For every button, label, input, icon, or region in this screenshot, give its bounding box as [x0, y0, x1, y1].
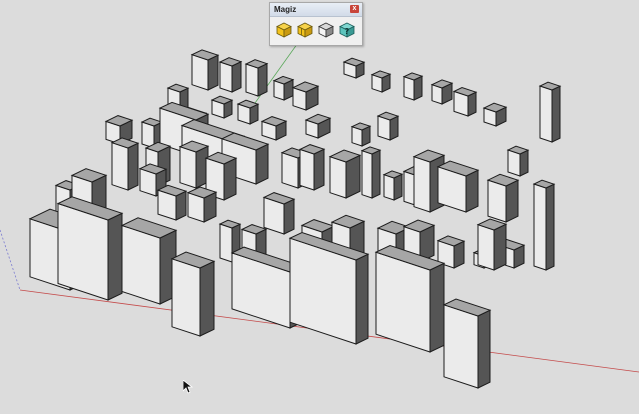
- building-block: [190, 49, 220, 91]
- building-block: [328, 149, 362, 199]
- block-left-face: [361, 150, 373, 199]
- block-right-face: [223, 157, 237, 201]
- block-left-face: [219, 61, 233, 93]
- close-button[interactable]: x: [350, 5, 359, 13]
- block-right-face: [313, 148, 325, 191]
- building-block: [376, 111, 400, 141]
- help-question-icon: ?: [339, 22, 355, 38]
- box-gray-icon: [318, 22, 334, 38]
- blue-axis-line: [0, 229, 21, 291]
- block-right-face: [545, 183, 555, 271]
- block-right-face: [283, 198, 295, 235]
- building-block: [506, 145, 530, 177]
- building-block: [304, 113, 332, 139]
- block-left-face: [179, 146, 197, 189]
- block-left-face: [329, 156, 347, 199]
- building-block: [298, 144, 326, 191]
- block-right-face: [477, 309, 491, 389]
- block-right-face: [393, 173, 403, 201]
- building-block: [476, 218, 508, 271]
- building-block: [110, 137, 140, 191]
- block-right-face: [107, 212, 123, 301]
- block-right-face: [465, 169, 479, 213]
- block-right-face: [355, 253, 369, 345]
- magiz-toolbar: Magiz x ?: [269, 2, 363, 46]
- building-block: [244, 59, 269, 97]
- building-block: [260, 116, 288, 141]
- box-yellow-split-button[interactable]: [296, 21, 314, 39]
- building-block: [156, 184, 188, 221]
- block-right-face: [231, 60, 242, 93]
- block-left-face: [403, 76, 415, 101]
- block-left-face: [111, 142, 129, 191]
- box-yellow-button[interactable]: [275, 21, 293, 39]
- building-block: [236, 99, 260, 125]
- block-right-face: [371, 149, 381, 199]
- building-block: [56, 196, 124, 301]
- building-block: [486, 173, 520, 223]
- building-block: [186, 186, 218, 223]
- block-left-face: [219, 223, 233, 263]
- building-block: [272, 75, 295, 101]
- building-block: [210, 95, 234, 119]
- svg-text:?: ?: [345, 27, 350, 36]
- toolbar-titlebar[interactable]: Magiz x: [270, 3, 362, 17]
- building-block: [402, 72, 424, 101]
- block-right-face: [255, 143, 269, 185]
- block-right-face: [429, 262, 445, 353]
- mouse-cursor-icon: [183, 380, 193, 394]
- building-block: [382, 170, 404, 201]
- block-left-face: [533, 183, 547, 271]
- block-right-face: [551, 85, 561, 143]
- building-block: [482, 102, 508, 127]
- block-right-face: [257, 62, 268, 97]
- building-block: [342, 57, 366, 79]
- help-button[interactable]: ?: [338, 21, 356, 39]
- block-left-face: [191, 54, 209, 91]
- box-gray-button[interactable]: [317, 21, 335, 39]
- model-viewport[interactable]: [0, 0, 639, 414]
- box-yellow-split-icon: [297, 22, 313, 38]
- block-left-face: [383, 174, 395, 201]
- building-block: [370, 70, 392, 93]
- building-block: [538, 81, 562, 143]
- block-left-face: [443, 304, 479, 389]
- toolbar-buttons: ?: [270, 17, 362, 39]
- building-block: [442, 298, 492, 389]
- building-block: [120, 217, 178, 305]
- block-right-face: [199, 260, 215, 337]
- building-block: [170, 251, 216, 337]
- block-left-face: [413, 156, 431, 213]
- block-left-face: [477, 224, 495, 271]
- building-block: [430, 79, 454, 105]
- block-left-face: [245, 63, 259, 97]
- block-left-face: [487, 179, 507, 223]
- block-left-face: [539, 85, 553, 143]
- building-block: [532, 179, 556, 271]
- block-right-face: [519, 149, 529, 177]
- block-left-face: [299, 148, 315, 191]
- block-left-face: [121, 224, 161, 305]
- block-right-face: [345, 154, 361, 199]
- building-block: [360, 146, 382, 199]
- building-block: [218, 57, 243, 93]
- block-right-face: [493, 223, 507, 271]
- toolbar-title: Magiz: [274, 5, 297, 14]
- building-block: [178, 140, 210, 189]
- box-yellow-icon: [276, 22, 292, 38]
- block-right-face: [127, 142, 139, 191]
- building-block: [436, 160, 480, 213]
- block-right-face: [207, 54, 219, 91]
- city-blocks-model[interactable]: [0, 0, 639, 414]
- building-block: [291, 81, 320, 111]
- building-block: [350, 122, 372, 147]
- block-left-face: [281, 152, 299, 189]
- building-block: [374, 244, 446, 353]
- building-block: [452, 86, 478, 117]
- block-left-face: [171, 258, 201, 337]
- building-block: [262, 192, 296, 235]
- block-right-face: [505, 179, 519, 223]
